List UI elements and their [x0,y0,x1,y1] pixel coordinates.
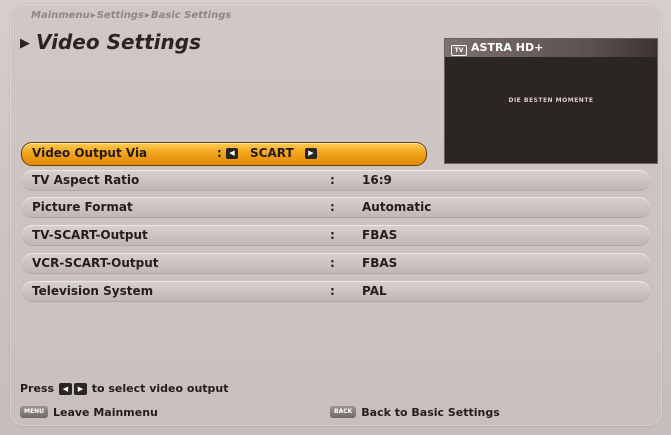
page-title: ▶ Video Settings [20,30,201,54]
setting-label: TV Aspect Ratio [32,173,140,187]
tv-icon: TV [451,45,467,56]
setting-row-television-system[interactable]: Television System : PAL [22,281,650,302]
setting-row-aspect-ratio[interactable]: TV Aspect Ratio : 16:9 [22,170,650,191]
channel-banner: TV ASTRA HD+ [445,39,657,57]
title-arrow-icon: ▶ [20,36,30,51]
setting-value: Automatic [362,200,432,214]
setting-colon: : [217,146,222,160]
setting-value: 16:9 [362,173,392,187]
right-key-icon: ▶ [73,383,87,395]
setting-colon: : [330,200,335,214]
breadcrumb-item-settings[interactable]: Settings [97,10,144,21]
setting-label: VCR-SCART-Output [32,256,159,270]
hint-action-text: to select video output [91,382,229,395]
setting-label: Picture Format [32,200,133,214]
left-key-icon: ◀ [58,383,72,395]
breadcrumb-separator-icon: ▸ [144,10,150,21]
setting-row-picture-format[interactable]: Picture Format : Automatic [22,197,650,218]
back-to-basic-settings-label: Back to Basic Settings [361,406,500,419]
setting-colon: : [330,173,335,187]
page-title-text: Video Settings [36,30,201,54]
setting-colon: : [330,256,335,270]
breadcrumb-separator-icon: ▸ [90,10,96,21]
setting-row-video-output[interactable]: Video Output Via : ◀ SCART ▶ [21,142,427,166]
setting-value: PAL [362,284,387,298]
setting-row-vcr-scart-output[interactable]: VCR-SCART-Output : FBAS [22,253,650,274]
breadcrumb: Mainmenu▸Settings▸Basic Settings [31,10,231,21]
leave-mainmenu-action[interactable]: MENU Leave Mainmenu [20,406,158,419]
setting-colon: : [330,284,335,298]
setting-label: Video Output Via [32,146,148,160]
right-arrow-icon[interactable]: ▶ [305,148,317,159]
setting-label: TV-SCART-Output [32,228,148,242]
program-title: DIE BESTEN MOMENTE [508,97,594,104]
back-to-basic-settings-action[interactable]: BACK Back to Basic Settings [330,406,500,419]
tv-preview: TV ASTRA HD+ DIE BESTEN MOMENTE [444,38,658,164]
setting-value: FBAS [362,256,398,270]
breadcrumb-item-mainmenu[interactable]: Mainmenu [31,10,90,21]
left-arrow-icon[interactable]: ◀ [226,148,238,159]
leave-mainmenu-label: Leave Mainmenu [52,406,158,419]
setting-row-tv-scart-output[interactable]: TV-SCART-Output : FBAS [22,225,650,246]
hint-press-text: Press [20,382,55,395]
help-hint: Press ◀ ▶ to select video output [20,382,229,395]
setting-value: SCART [250,146,294,160]
back-button-icon: BACK [330,406,357,418]
tv-menu-screen: Mainmenu▸Settings▸Basic Settings ▶ Video … [0,0,671,435]
channel-name: ASTRA HD+ [471,41,544,54]
menu-button-icon: MENU [20,406,48,418]
setting-colon: : [330,228,335,242]
breadcrumb-item-basic-settings[interactable]: Basic Settings [151,10,231,21]
setting-label: Television System [32,284,154,298]
setting-value: FBAS [362,228,398,242]
